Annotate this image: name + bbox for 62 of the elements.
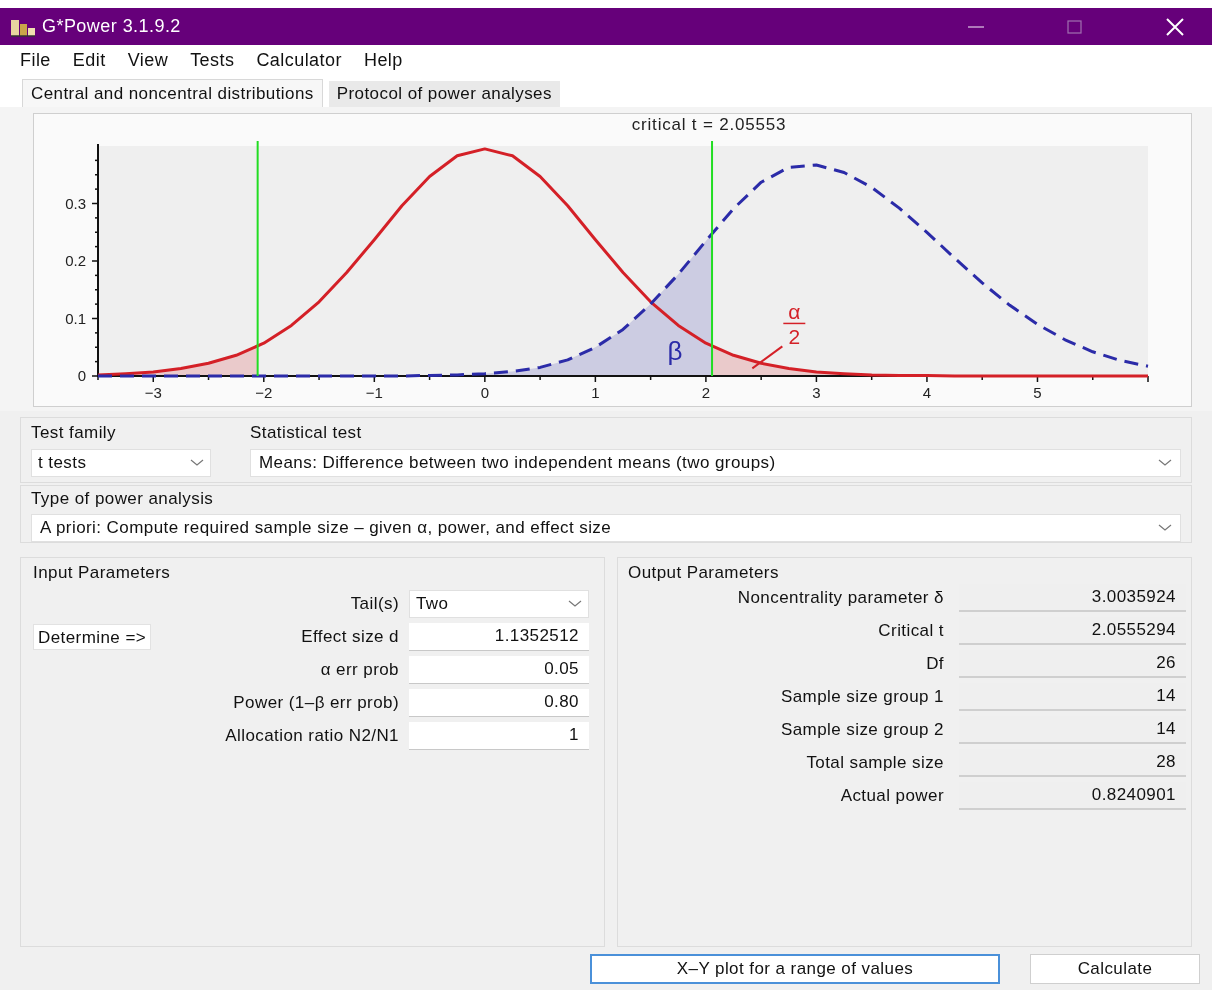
tick-label: 0.1 — [65, 309, 86, 327]
tab[interactable]: Central and noncentral distributions — [22, 79, 323, 107]
menu-item[interactable]: View — [127, 46, 169, 74]
dropdown[interactable]: t tests — [31, 448, 211, 477]
field-label: Type of power analysis — [31, 488, 215, 510]
menu-item[interactable]: File — [20, 46, 51, 74]
chart-label: α — [788, 299, 801, 323]
field-label: Sample size group 1 — [779, 685, 944, 708]
field-label: α err prob — [319, 658, 400, 681]
field-label: Actual power — [839, 784, 944, 807]
dropdown[interactable]: Two — [409, 589, 589, 618]
tick-label: 0 — [77, 367, 86, 384]
input-field[interactable]: 1.1352512 — [409, 622, 589, 651]
field-label: Critical t — [877, 619, 944, 642]
tab[interactable]: Protocol of power analyses — [328, 81, 560, 107]
input-field[interactable]: 1 — [409, 721, 589, 750]
button[interactable]: X–Y plot for a range of values — [590, 954, 1000, 984]
tick-label: 3 — [812, 384, 821, 401]
field-label: Allocation ratio N2/N1 — [224, 724, 400, 747]
panel-title: Output Parameters — [628, 562, 780, 584]
field-label: Statistical test — [250, 422, 363, 444]
chevron-icon — [568, 599, 582, 608]
fraction-bar — [782, 322, 807, 325]
leader-line — [751, 345, 784, 370]
panel-title: Input Parameters — [33, 562, 172, 584]
window-title: G*Power 3.1.9.2 — [42, 15, 181, 38]
field-label: Tail(s) — [349, 592, 400, 615]
tick-label: 1 — [591, 384, 600, 401]
menu-item[interactable]: Help — [363, 46, 403, 74]
chevron-icon — [1158, 458, 1172, 467]
input-field[interactable]: 0.05 — [409, 655, 589, 684]
chevron-icon — [190, 458, 204, 467]
menu-item[interactable]: Calculator — [256, 46, 342, 74]
tick-label: 0 — [480, 384, 489, 401]
input-field[interactable]: 0.80 — [409, 688, 589, 717]
close-icon[interactable] — [1164, 15, 1186, 38]
chevron-icon — [1158, 523, 1172, 532]
field-label: Total sample size — [805, 751, 944, 774]
tick-label: −1 — [365, 384, 383, 401]
tick-label: 4 — [922, 384, 932, 401]
chart-label: β — [667, 335, 683, 366]
tick-label: 2 — [701, 384, 711, 401]
menu-item[interactable]: Edit — [72, 46, 106, 74]
tick-label: 0.2 — [65, 252, 86, 269]
menu-item[interactable]: Tests — [190, 46, 235, 74]
button[interactable]: Calculate — [1030, 954, 1200, 984]
tick-label: 5 — [1033, 384, 1042, 401]
determine-button[interactable]: Determine => — [33, 623, 152, 650]
maximize-icon[interactable] — [1066, 17, 1084, 36]
field-label: Power (1–β err prob) — [232, 691, 400, 714]
tick-label: −3 — [144, 384, 162, 401]
field-label: Df — [925, 652, 944, 675]
dropdown[interactable]: A priori: Compute required sample size – given α, power, and effect size — [31, 513, 1181, 542]
dropdown[interactable]: Means: Difference between two independent means (two groups) — [250, 448, 1181, 477]
field-label: Noncentrality parameter δ — [736, 586, 944, 609]
field-label: Sample size group 2 — [779, 718, 944, 741]
chart-label: 2 — [788, 325, 801, 349]
field-label: Test family — [31, 422, 117, 444]
chart-title: critical t = 2.05553 — [631, 115, 787, 134]
field-label: Effect size d — [300, 625, 400, 648]
tick-label: −2 — [255, 384, 273, 401]
tick-label: 0.3 — [65, 194, 86, 212]
